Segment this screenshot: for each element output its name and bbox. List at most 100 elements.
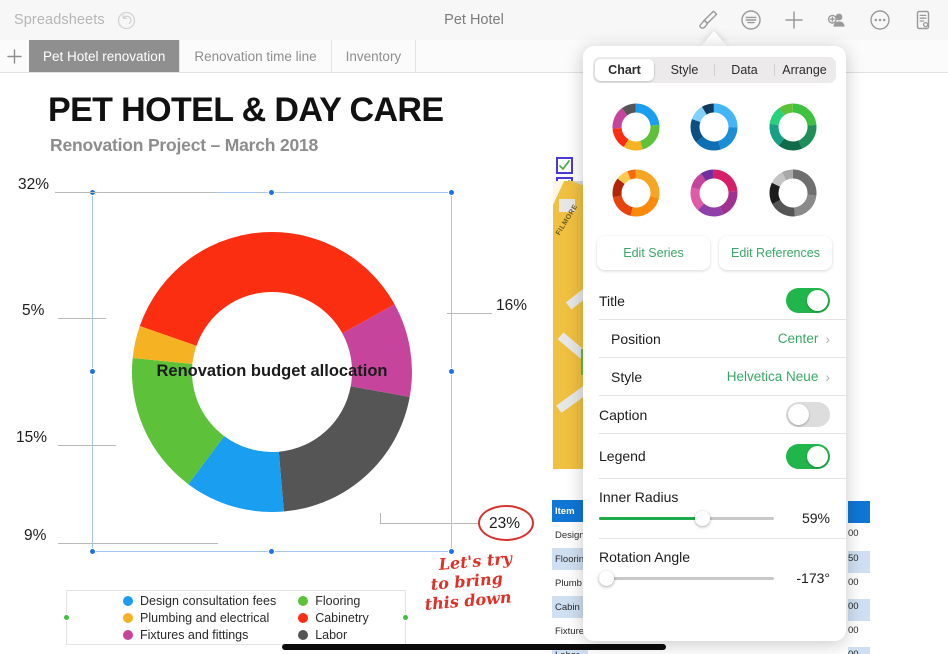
tab-style[interactable]: Style [655, 59, 714, 81]
legend-color-swatch-icon [123, 595, 133, 606]
add-sheet-button[interactable] [0, 40, 29, 72]
resize-handle-bottom-left[interactable] [89, 548, 96, 555]
toolbar-left-group: Spreadsheets [0, 11, 136, 30]
style-value: Helvetica Neue [726, 369, 819, 384]
page-title: PET HOTEL & DAY CARE [48, 91, 444, 129]
edit-references-label: Edit References [731, 246, 820, 260]
edit-series-button[interactable]: Edit Series [597, 236, 710, 270]
rotation-angle-slider[interactable] [599, 568, 774, 588]
edit-references-button[interactable]: Edit References [719, 236, 832, 270]
legend-color-swatch-icon [123, 629, 133, 640]
legend-item[interactable]: Plumbing and electrical [123, 611, 276, 625]
document-icon[interactable] [910, 7, 936, 33]
tab-chart[interactable]: Chart [595, 59, 654, 81]
row-caption[interactable]: Caption [583, 396, 846, 433]
resize-handle-top-center[interactable] [268, 189, 275, 196]
resize-handle-top-right[interactable] [448, 189, 455, 196]
legend-item[interactable]: Cabinetry [298, 611, 369, 625]
table-cell-value: 50 [848, 553, 859, 564]
undo-icon[interactable] [117, 11, 136, 30]
chart-label-16: 16% [496, 297, 528, 314]
position-value: Center [777, 331, 819, 346]
table-cell-value: 00 [848, 601, 859, 612]
legend-item-label: Cabinetry [315, 610, 369, 625]
chart-style-purple[interactable] [677, 162, 751, 224]
tab-arrange-label: Arrange [782, 63, 827, 77]
caption-label: Caption [599, 406, 648, 423]
row-position[interactable]: Position Center › [583, 320, 846, 357]
insert-list-icon[interactable] [738, 7, 764, 33]
legend-color-swatch-icon [123, 612, 133, 623]
chart-style-blue[interactable] [677, 96, 751, 158]
more-ellipsis-icon[interactable] [867, 7, 893, 33]
tab-arrange[interactable]: Arrange [775, 59, 834, 81]
legend-item-label: Design consultation fees [140, 593, 277, 608]
chart-style-gray[interactable] [756, 162, 830, 224]
legend-toggle[interactable] [786, 443, 830, 469]
legend-column-2: Flooring Cabinetry Labor [298, 594, 369, 642]
checkbox-cell-1[interactable] [556, 157, 573, 174]
legend-handle-left[interactable] [63, 614, 70, 621]
tab-data-label: Data [731, 63, 758, 77]
toolbar-right-group [695, 0, 942, 40]
legend-item[interactable]: Fixtures and fittings [123, 628, 276, 642]
rotation-angle-slider-row[interactable]: -173° [583, 565, 846, 598]
table-cell-value: 00 [848, 649, 870, 654]
leader-line-16 [447, 313, 492, 314]
chart-label-32: 32% [18, 176, 50, 193]
inner-radius-slider-row[interactable]: 59% [583, 505, 846, 538]
inner-radius-slider[interactable] [599, 508, 774, 528]
legend-item[interactable]: Labor [298, 628, 369, 642]
panel-tab-bar[interactable]: Chart Style Data Arrange [593, 57, 836, 83]
edit-series-label: Edit Series [623, 246, 684, 260]
leader-line-15 [58, 445, 116, 446]
legend-item-label: Fixtures and fittings [140, 627, 249, 642]
chart-legend[interactable]: Design consultation fees Plumbing and el… [63, 590, 409, 645]
resize-handle-middle-right[interactable] [448, 368, 455, 375]
chart-label-9: 9% [24, 527, 47, 544]
chart-style-multicolor[interactable] [599, 96, 673, 158]
row-style[interactable]: Style Helvetica Neue › [583, 358, 846, 395]
inner-radius-slider-knob[interactable] [695, 511, 711, 526]
leader-line-32 [55, 192, 215, 193]
legend-color-swatch-icon [298, 612, 309, 623]
inner-radius-label: Inner Radius [599, 489, 679, 505]
legend-item-label: Labor [315, 627, 348, 642]
legend-handle-right[interactable] [402, 614, 409, 621]
chart-selection-frame[interactable] [89, 189, 455, 555]
chart-label-23: 23% [489, 515, 521, 532]
add-plus-icon[interactable] [781, 7, 807, 33]
collaborate-person-icon[interactable] [824, 7, 850, 33]
sheet-tab-renovation-time-line[interactable]: Renovation time line [180, 40, 332, 72]
tab-style-label: Style [670, 63, 699, 77]
inner-radius-value: 59% [801, 510, 830, 526]
caption-toggle[interactable] [786, 402, 830, 427]
style-label: Style [611, 368, 643, 385]
resize-handle-middle-left[interactable] [89, 368, 96, 375]
resize-handle-bottom-center[interactable] [268, 548, 275, 555]
rotation-angle-label: Rotation Angle [599, 549, 691, 565]
chart-style-green[interactable] [756, 96, 830, 158]
chart-style-grid[interactable] [583, 83, 846, 232]
rotation-angle-slider-knob[interactable] [599, 571, 614, 586]
chart-format-panel[interactable]: Chart Style Data Arrange Edit Series Edi… [583, 46, 846, 641]
page-subtitle: Renovation Project – March 2018 [50, 135, 319, 155]
sheet-tab-inventory[interactable]: Inventory [332, 40, 417, 72]
tab-data[interactable]: Data [715, 59, 774, 81]
legend-item[interactable]: Flooring [298, 594, 369, 608]
legend-color-swatch-icon [298, 595, 309, 606]
row-legend[interactable]: Legend [583, 434, 846, 478]
title-toggle[interactable] [786, 288, 830, 313]
back-to-spreadsheets-button[interactable]: Spreadsheets [14, 12, 105, 28]
chart-style-orange[interactable] [599, 162, 673, 224]
rotation-angle-value: -173° [796, 570, 830, 586]
format-brush-icon[interactable] [695, 7, 721, 33]
position-label: Position [611, 330, 661, 347]
chevron-right-icon: › [825, 368, 830, 385]
sheet-tab-label: Renovation time line [194, 48, 317, 64]
legend-item-label: Plumbing and electrical [140, 610, 270, 625]
title-label: Title [599, 292, 625, 309]
sheet-tab-pet-hotel-renovation[interactable]: Pet Hotel renovation [29, 40, 181, 72]
row-title[interactable]: Title [583, 282, 846, 319]
legend-item[interactable]: Design consultation fees [123, 594, 276, 608]
